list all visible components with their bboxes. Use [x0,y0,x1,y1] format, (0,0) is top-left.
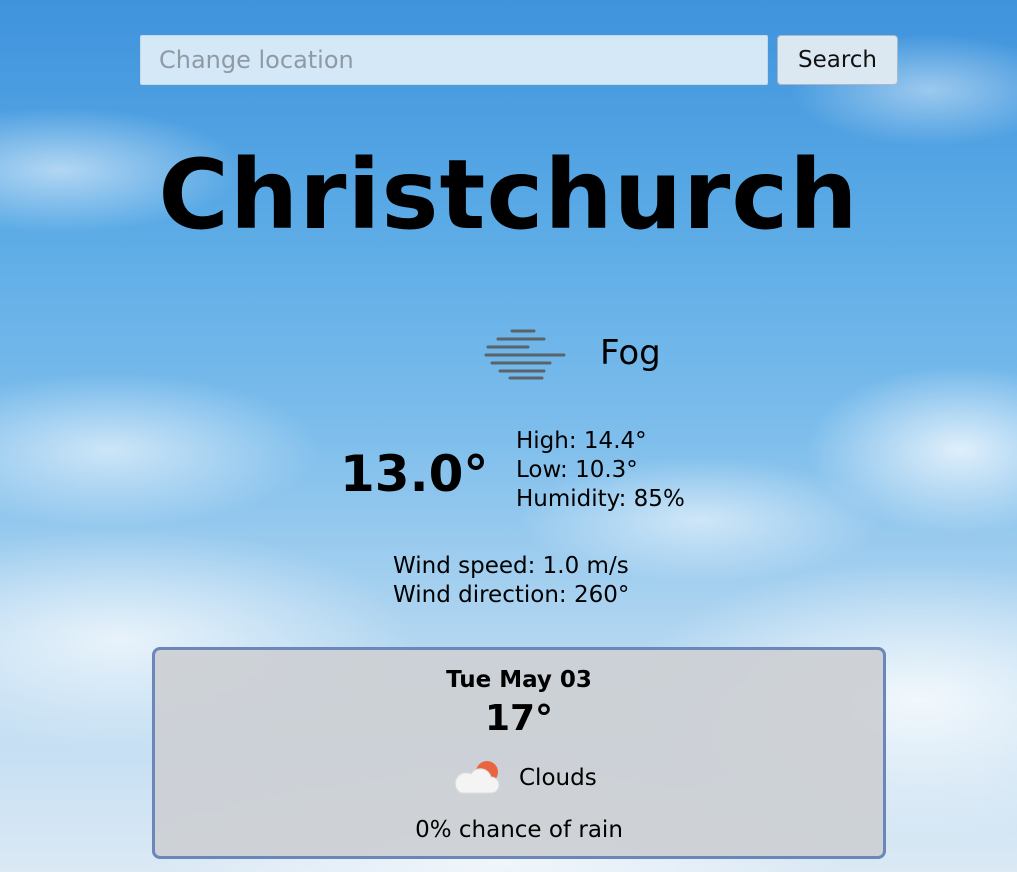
search-bar: Search [140,35,898,85]
current-temperature: 13.0° [340,445,489,503]
city-name: Christchurch [158,139,859,251]
temperature-details: High: 14.4° Low: 10.3° Humidity: 85% [516,427,685,514]
wind-details: Wind speed: 1.0 m/s Wind direction: 260° [393,552,629,610]
clouds-icon [454,761,500,794]
location-search-input[interactable] [140,35,768,85]
condition-label: Fog [600,333,661,373]
wind-speed: Wind speed: 1.0 m/s [393,553,629,579]
forecast-condition: Clouds [451,758,597,798]
current-condition: Fog [484,322,661,384]
forecast-condition-label: Clouds [519,765,597,791]
low-temperature: Low: 10.3° [516,457,638,483]
fog-icon [484,329,566,380]
rain-chance: 0% chance of rain [415,817,623,843]
forecast-card: Tue May 03 17° Clouds 0% chance of rain [152,647,886,859]
high-temperature: High: 14.4° [516,428,647,454]
search-button[interactable]: Search [777,35,898,85]
forecast-date: Tue May 03 [446,667,592,693]
humidity: Humidity: 85% [516,486,685,512]
forecast-temperature: 17° [484,698,554,739]
wind-direction: Wind direction: 260° [393,582,630,608]
